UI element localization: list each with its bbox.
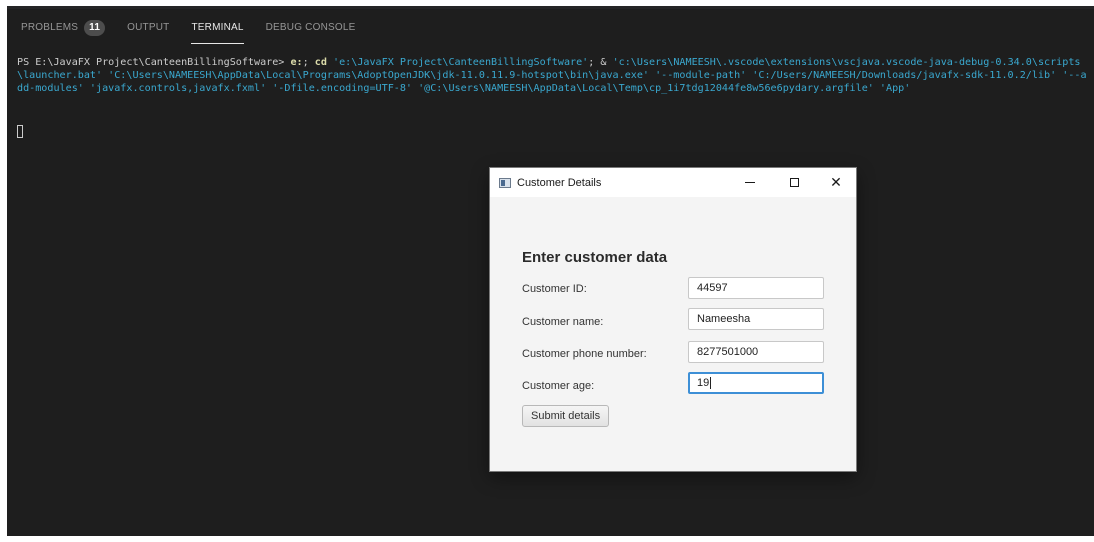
terminal-cursor xyxy=(17,125,23,138)
customer-id-label: Customer ID: xyxy=(522,283,587,295)
tab-problems[interactable]: PROBLEMS 11 xyxy=(21,14,106,42)
minimize-button[interactable] xyxy=(732,168,768,197)
tab-label: OUTPUT xyxy=(127,22,170,33)
customer-age-field[interactable]: 19 xyxy=(688,372,824,394)
text-caret xyxy=(710,377,712,390)
customer-name-label: Customer name: xyxy=(522,316,604,328)
java-window-icon xyxy=(499,177,511,188)
tab-output[interactable]: OUTPUT xyxy=(127,14,169,42)
window-title: Customer Details xyxy=(517,176,602,189)
form-heading: Enter customer data xyxy=(522,249,668,266)
customer-id-field[interactable]: 44597 xyxy=(688,277,824,299)
panel-tab-bar: PROBLEMS 11 OUTPUT TERMINAL DEBUG CONSOL… xyxy=(7,14,1094,44)
terminal-separator: ; & xyxy=(588,57,613,68)
tab-debug-console[interactable]: DEBUG CONSOLE xyxy=(266,14,356,42)
terminal-separator: ; xyxy=(302,57,315,68)
terminal-prompt: PS E:\JavaFX Project\CanteenBillingSoftw… xyxy=(17,57,291,68)
maximize-button[interactable] xyxy=(776,168,812,197)
tab-label: TERMINAL xyxy=(191,22,244,33)
tab-label: PROBLEMS xyxy=(21,22,79,33)
terminal-command: cd xyxy=(314,57,327,68)
minimize-icon xyxy=(745,182,755,183)
tab-label: DEBUG CONSOLE xyxy=(265,22,356,33)
customer-phone-label: Customer phone number: xyxy=(522,348,647,360)
panel-top-border xyxy=(7,6,1094,9)
tab-terminal[interactable]: TERMINAL xyxy=(191,14,244,44)
customer-age-value: 19 xyxy=(697,377,710,389)
terminal-string: 'e:\JavaFX Project\CanteenBillingSoftwar… xyxy=(333,57,589,68)
problems-count-badge: 11 xyxy=(84,20,106,36)
customer-phone-field[interactable]: 8277501000 xyxy=(688,341,824,363)
window-titlebar[interactable]: Customer Details ✕ xyxy=(490,168,856,197)
customer-name-field[interactable]: Nameesha xyxy=(688,308,824,330)
close-button[interactable]: ✕ xyxy=(818,168,854,197)
customer-details-window: Customer Details ✕ Enter customer data C… xyxy=(490,168,856,471)
customer-age-label: Customer age: xyxy=(522,380,595,392)
close-icon: ✕ xyxy=(830,174,842,190)
terminal-output[interactable]: PS E:\JavaFX Project\CanteenBillingSoftw… xyxy=(17,56,1087,95)
maximize-icon xyxy=(789,178,799,187)
submit-details-button[interactable]: Submit details xyxy=(522,405,610,427)
terminal-command: e: xyxy=(290,57,303,68)
